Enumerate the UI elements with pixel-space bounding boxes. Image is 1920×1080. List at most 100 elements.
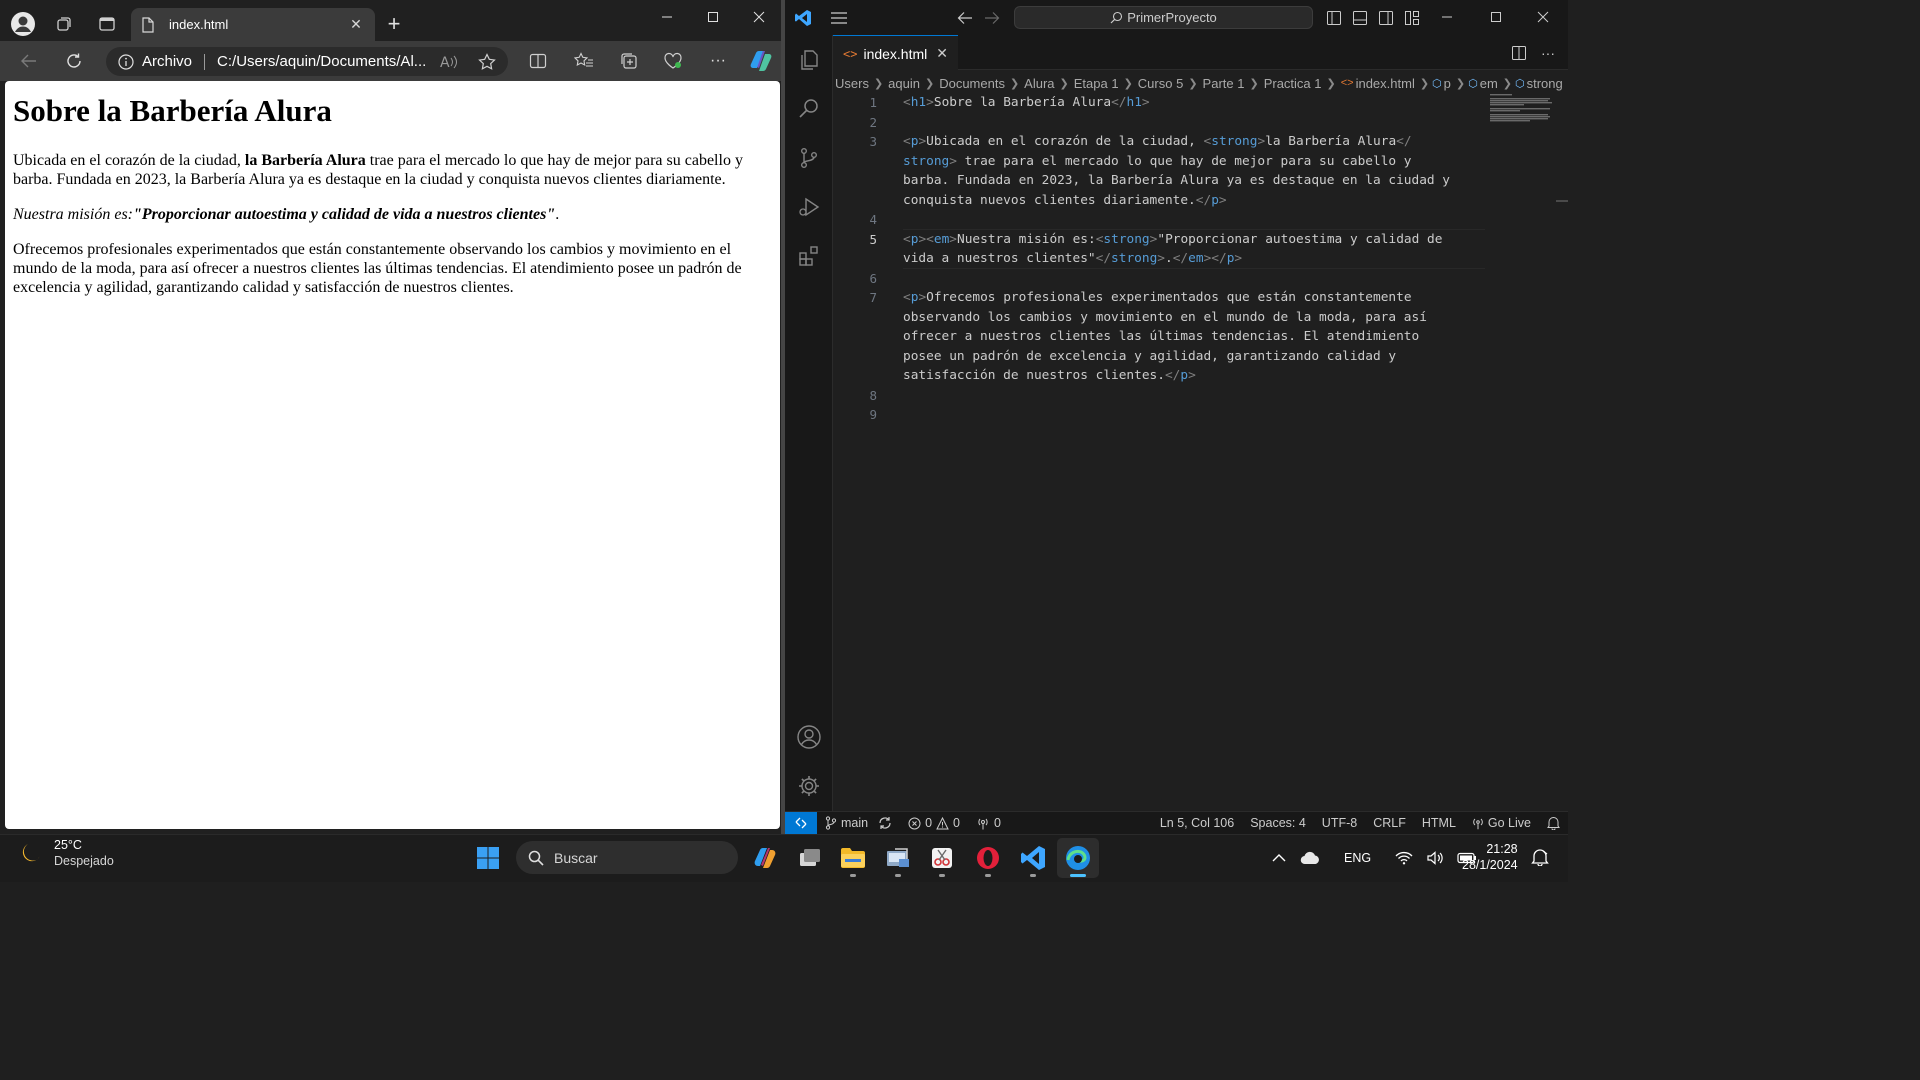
vscode-minimize-icon[interactable]	[1424, 0, 1470, 34]
start-button[interactable]	[467, 838, 509, 878]
code-line: <h1>Sobre la Barbería Alura</h1>	[903, 95, 1150, 110]
accounts-icon[interactable]	[785, 713, 833, 761]
search-view-icon[interactable]	[785, 84, 833, 132]
branch-status[interactable]: main	[825, 816, 892, 830]
broadcast-icon	[1472, 817, 1484, 830]
back-arrow-icon[interactable]	[13, 45, 45, 77]
info-icon[interactable]	[118, 53, 134, 70]
breadcrumb-item[interactable]: strong	[1527, 76, 1563, 91]
taskbar-search[interactable]: Buscar	[516, 841, 738, 874]
editor-tab-index-html[interactable]: <> index.html ✕	[833, 35, 958, 71]
chevron-up-icon[interactable]	[1272, 853, 1286, 863]
breadcrumb-item[interactable]: Alura	[1024, 76, 1054, 91]
cursor-position[interactable]: Ln 5, Col 106	[1160, 816, 1234, 830]
notifications-bell-icon[interactable]	[1547, 816, 1560, 830]
breadcrumb-item[interactable]: Practica 1	[1264, 76, 1322, 91]
sync-icon[interactable]	[878, 816, 892, 830]
vscode-taskbar-icon[interactable]	[1012, 838, 1054, 878]
copilot-taskbar-icon[interactable]	[744, 838, 786, 878]
chevron-right-icon: ❯	[1188, 77, 1198, 90]
indentation-status[interactable]: Spaces: 4	[1250, 816, 1306, 830]
new-tab-icon[interactable]: +	[378, 8, 410, 40]
split-screen-icon[interactable]	[522, 45, 554, 77]
breadcrumb-item[interactable]: Parte 1	[1203, 76, 1245, 91]
code-line: barba. Fundada en 2023, la Barbería Alur…	[903, 173, 1451, 188]
code-line: ofrecer a nuestros clientes las últimas …	[903, 329, 1420, 344]
scrollbar-marker[interactable]	[1556, 200, 1568, 202]
collections-icon[interactable]	[613, 45, 645, 77]
minimize-icon[interactable]	[644, 0, 690, 34]
address-divider	[204, 53, 206, 70]
menu-hamburger-icon[interactable]	[823, 2, 855, 34]
problems-status[interactable]: 0 0	[908, 816, 960, 830]
encoding-status[interactable]: UTF-8	[1322, 816, 1357, 830]
command-center-search[interactable]: PrimerProyecto	[1014, 6, 1313, 29]
run-and-debug-icon[interactable]	[785, 183, 833, 231]
explorer-icon[interactable]	[785, 36, 833, 84]
breadcrumb-item[interactable]: index.html	[1356, 76, 1415, 91]
close-window-icon[interactable]	[736, 0, 782, 34]
maximize-icon[interactable]	[690, 0, 736, 34]
code-line: <p><em>Nuestra misión es:<strong>"Propor…	[903, 231, 1443, 247]
notification-center-icon[interactable]	[1531, 848, 1549, 866]
activity-bar	[785, 35, 833, 811]
page-heading: Sobre la Barbería Alura	[13, 93, 332, 128]
address-url[interactable]: C:/Users/aquin/Documents/Al...	[217, 53, 432, 70]
split-editor-icon[interactable]	[1503, 37, 1535, 69]
breadcrumb-item[interactable]: em	[1480, 76, 1498, 91]
address-bar[interactable]: Archivo C:/Users/aquin/Documents/Al... A	[106, 47, 508, 76]
line-number: 7	[869, 290, 877, 305]
onedrive-cloud-icon[interactable]	[1300, 851, 1320, 865]
remote-indicator-icon[interactable]	[785, 812, 817, 834]
running-indicator	[850, 874, 856, 877]
breadcrumb-item[interactable]: Curso 5	[1138, 76, 1184, 91]
breadcrumb-item[interactable]: Etapa 1	[1074, 76, 1119, 91]
close-editor-tab-icon[interactable]: ✕	[936, 45, 948, 62]
line-number-gutter: 1 2 3 4 5 6 7 8 9	[833, 93, 893, 813]
extensions-icon[interactable]	[785, 232, 833, 280]
edge-taskbar-icon[interactable]	[1057, 838, 1099, 878]
chevron-right-icon: ❯	[1059, 77, 1069, 90]
taskbar-clock[interactable]: 21:28 28/1/2024	[1462, 841, 1518, 873]
breadcrumb-item[interactable]: aquin	[888, 76, 920, 91]
opera-browser-icon[interactable]	[967, 838, 1009, 878]
language-mode[interactable]: HTML	[1422, 816, 1456, 830]
nav-forward-icon[interactable]	[976, 2, 1008, 34]
task-view-icon[interactable]	[789, 838, 831, 878]
minimap[interactable]	[1490, 93, 1554, 123]
ports-status[interactable]: 0	[976, 816, 1001, 830]
file-explorer-icon[interactable]	[832, 838, 874, 878]
go-live-button[interactable]: Go Live	[1472, 816, 1531, 830]
breadcrumb-item[interactable]: Documents	[939, 76, 1005, 91]
error-count: 0	[925, 816, 933, 830]
breadcrumb-item[interactable]: p	[1444, 76, 1451, 91]
copilot-icon[interactable]	[745, 45, 777, 77]
volume-icon[interactable]	[1427, 851, 1443, 865]
input-language[interactable]: ENG	[1344, 851, 1371, 865]
source-control-icon[interactable]	[785, 134, 833, 182]
refresh-icon[interactable]	[58, 45, 90, 77]
weather-widget[interactable]: 25°C Despejado	[18, 838, 114, 868]
vscode-close-icon[interactable]	[1520, 0, 1566, 34]
manage-gear-icon[interactable]	[785, 762, 833, 810]
favorite-star-icon[interactable]	[478, 52, 496, 71]
tab-actions-icon[interactable]	[91, 8, 123, 40]
more-options-icon[interactable]: ···	[702, 45, 734, 77]
eol-status[interactable]: CRLF	[1373, 816, 1406, 830]
chevron-right-icon: ❯	[873, 77, 884, 90]
running-indicator	[939, 874, 945, 877]
vscode-maximize-icon[interactable]	[1473, 0, 1519, 34]
breadcrumb-item[interactable]: Users	[835, 76, 869, 91]
favorites-icon[interactable]	[568, 45, 600, 77]
close-tab-icon[interactable]: ✕	[347, 16, 365, 33]
snipping-tool-icon[interactable]	[921, 838, 963, 878]
editor-more-actions-icon[interactable]: ···	[1532, 37, 1564, 69]
browser-tab-active[interactable]: index.html ✕	[131, 8, 375, 41]
read-aloud-icon[interactable]: A	[440, 54, 458, 70]
profile-avatar-icon[interactable]	[7, 8, 39, 40]
code-editor[interactable]: <h1>Sobre la Barbería Alura</h1> <p>Ubic…	[903, 93, 1488, 813]
wifi-icon[interactable]	[1395, 851, 1413, 865]
control-panel-icon[interactable]	[877, 838, 919, 878]
browser-essentials-icon[interactable]	[657, 45, 689, 77]
workspaces-icon[interactable]	[48, 8, 80, 40]
